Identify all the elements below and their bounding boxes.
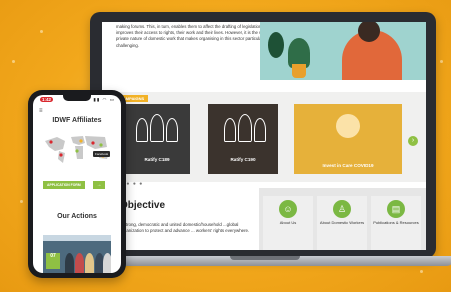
world-map[interactable] — [41, 131, 113, 165]
protester-figure — [224, 118, 236, 142]
tile-label: About Us — [279, 220, 297, 225]
person-figure — [75, 253, 84, 273]
objective-paragraph: ...strong, democratic and united domesti… — [120, 222, 250, 233]
tile-about-us[interactable]: ☺ About Us — [263, 196, 313, 250]
menu-icon[interactable]: ≡ — [39, 108, 43, 114]
protester-figure — [254, 118, 266, 142]
actions-photo[interactable]: 07 — [43, 235, 111, 273]
phone-notch — [63, 95, 91, 101]
map-marker[interactable] — [49, 140, 53, 144]
laptop-screen: making forums. This, in turn, enables th… — [102, 22, 426, 250]
map-continent — [85, 136, 107, 149]
person-figure — [65, 253, 74, 273]
worker-icon: ♙ — [333, 200, 351, 218]
map-continent — [71, 136, 85, 145]
tile-label: About Domestic Workers — [319, 220, 365, 225]
tile-about-domestic-workers[interactable]: ♙ About Domestic Workers — [317, 196, 367, 250]
background-speck — [12, 60, 15, 63]
protester-figure — [150, 114, 164, 142]
plant-illustration — [268, 32, 284, 58]
background-speck — [440, 60, 443, 63]
intro-paragraph: making forums. This, in turn, enables th… — [116, 24, 270, 48]
campaign-card-label: Invest in Care COVID19 — [322, 163, 374, 168]
person-figure — [85, 253, 94, 273]
signal-battery-icon: ▮▮ ◠ ▭ — [93, 97, 115, 102]
background-speck — [20, 200, 23, 203]
background-speck — [420, 270, 423, 273]
campaign-card-invest-in-care[interactable]: Invest in Care COVID19 — [294, 104, 402, 174]
objective-heading: Objective — [120, 200, 166, 211]
tile-publications[interactable]: ▤ Publications & Resources — [371, 196, 421, 250]
campaign-card-label: Ratify C190 — [230, 157, 256, 162]
status-time: 1:42 — [40, 97, 54, 102]
person-figure — [103, 253, 111, 273]
map-marker[interactable] — [59, 153, 63, 157]
our-actions-title: Our Actions — [57, 213, 97, 220]
promo-background: making forums. This, in turn, enables th… — [0, 0, 451, 292]
application-form-button[interactable]: APPLICATION FORM — [43, 181, 85, 189]
affiliates-title: IDWF Affiliates — [52, 117, 102, 124]
hero-illustration — [260, 22, 426, 80]
photo-banner — [43, 235, 111, 241]
map-marker[interactable] — [91, 141, 95, 145]
campaign-card-c190[interactable]: Ratify C190 — [208, 104, 278, 174]
book-icon: ▤ — [387, 200, 405, 218]
protester-figure — [166, 118, 178, 142]
map-continent — [45, 137, 65, 151]
pot-illustration — [292, 64, 306, 78]
campaign-card-c189[interactable]: Ratify C189 — [124, 104, 190, 174]
people-icon: ☺ — [279, 200, 297, 218]
map-continent — [58, 151, 65, 163]
protester-figure — [136, 118, 148, 142]
protester-figure — [238, 114, 252, 142]
map-marker[interactable] — [75, 149, 79, 153]
map-marker[interactable] — [79, 139, 83, 143]
background-speck — [40, 30, 43, 33]
arrow-right-icon[interactable]: → — [93, 181, 105, 189]
laptop-notch — [230, 256, 300, 260]
info-tiles: ☺ About Us ♙ About Domestic Workers ▤ Pu… — [259, 188, 426, 250]
tile-label: Publications & Resources — [373, 220, 419, 225]
campaign-card-label: Ratify C189 — [144, 157, 170, 162]
map-marker[interactable] — [99, 143, 103, 147]
care-worker-icon — [336, 114, 360, 138]
carousel-next-button[interactable]: › — [408, 136, 418, 146]
phone-screen: 1:42 ▮▮ ◠ ▭ ≡ IDWF Affiliates Facebook A… — [33, 95, 121, 273]
date-badge: 07 — [46, 253, 60, 269]
map-tooltip: Facebook — [93, 151, 111, 157]
map-continent — [75, 146, 83, 159]
